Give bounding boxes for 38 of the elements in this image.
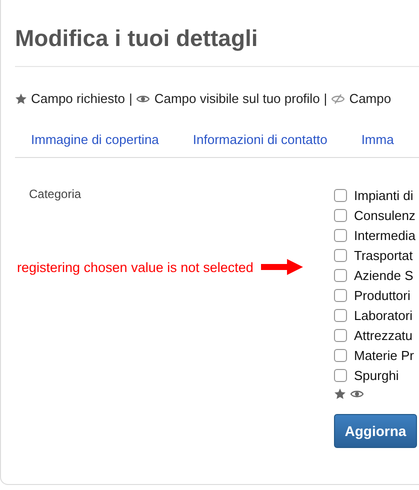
option-label: Laboratori [354,308,413,322]
legend-text: Campo visibile sul tuo profilo [154,91,320,106]
option-label: Materie Pr [354,348,414,362]
update-button[interactable]: Aggiorna [334,414,417,448]
legend-text: Campo [349,91,392,106]
star-icon [334,388,346,400]
checkbox[interactable] [334,268,347,282]
option-label: Produttori [354,288,410,302]
option-label: Intermedia [354,228,416,242]
checkbox[interactable] [334,188,347,202]
checkbox[interactable] [334,308,347,322]
option-label: Consulenz [354,208,416,222]
checkbox[interactable] [334,368,347,382]
checkbox[interactable] [334,228,347,242]
eye-icon [350,389,364,399]
field-label: Categoria [29,187,82,201]
checkbox[interactable] [334,208,347,222]
checkbox[interactable] [334,248,347,262]
tab[interactable]: Informazioni di contatto [192,132,328,147]
annotation-text: registering chosen value is not selected [17,260,254,274]
separator: | [128,91,132,106]
checkbox[interactable] [334,288,347,302]
arrow-icon [261,259,304,275]
option-label: Impianti di [354,188,414,202]
tab[interactable]: Imma [361,132,394,147]
option-label: Attrezzatu [354,328,413,342]
page-title: Modifica i tuoi dettagli [15,24,259,53]
tab[interactable]: Immagine di copertina [31,132,159,147]
eye-icon [136,94,150,104]
separator: | [324,91,328,106]
checkbox[interactable] [334,348,347,362]
option-label: Spurghi [354,368,399,382]
star-icon [15,92,27,104]
option-label: Trasportat [354,248,413,262]
checkbox[interactable] [334,328,347,342]
option-label: Aziende S [354,268,414,282]
eye-slash-icon [331,94,346,104]
legend-text: Campo richiesto [31,91,125,106]
